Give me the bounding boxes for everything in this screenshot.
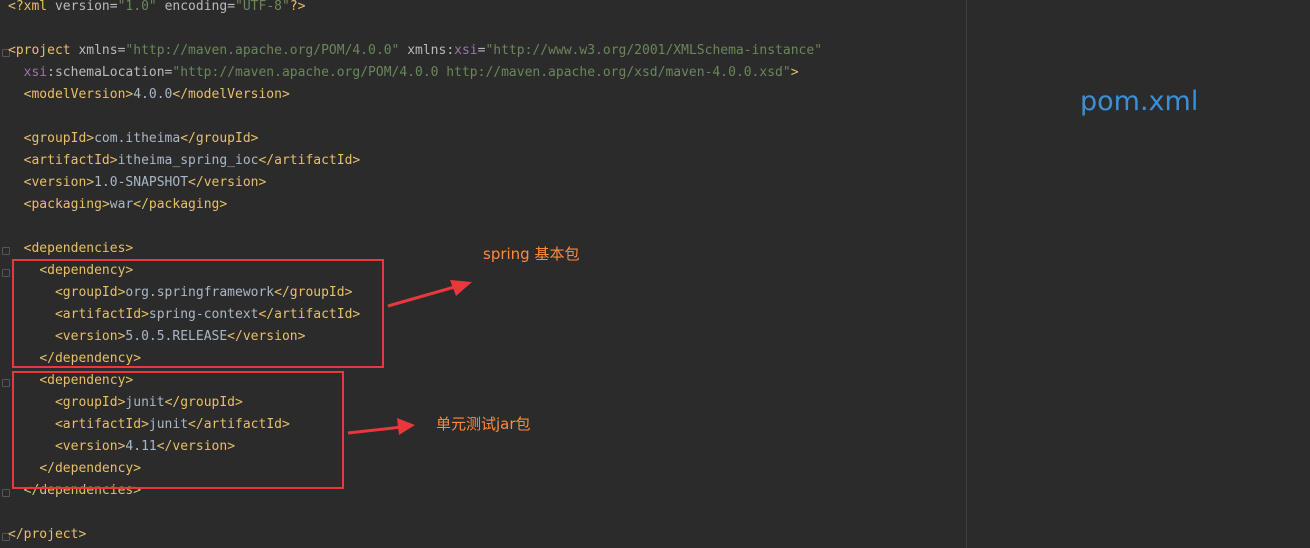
annotation-spring: spring 基本包 — [483, 245, 580, 263]
annotation-arrows — [347, 280, 472, 435]
arrow-spring — [387, 280, 472, 308]
arrow-junit — [347, 418, 415, 435]
annotation-junit: 单元测试jar包 — [436, 415, 531, 433]
file-title: pom.xml — [1080, 86, 1199, 117]
